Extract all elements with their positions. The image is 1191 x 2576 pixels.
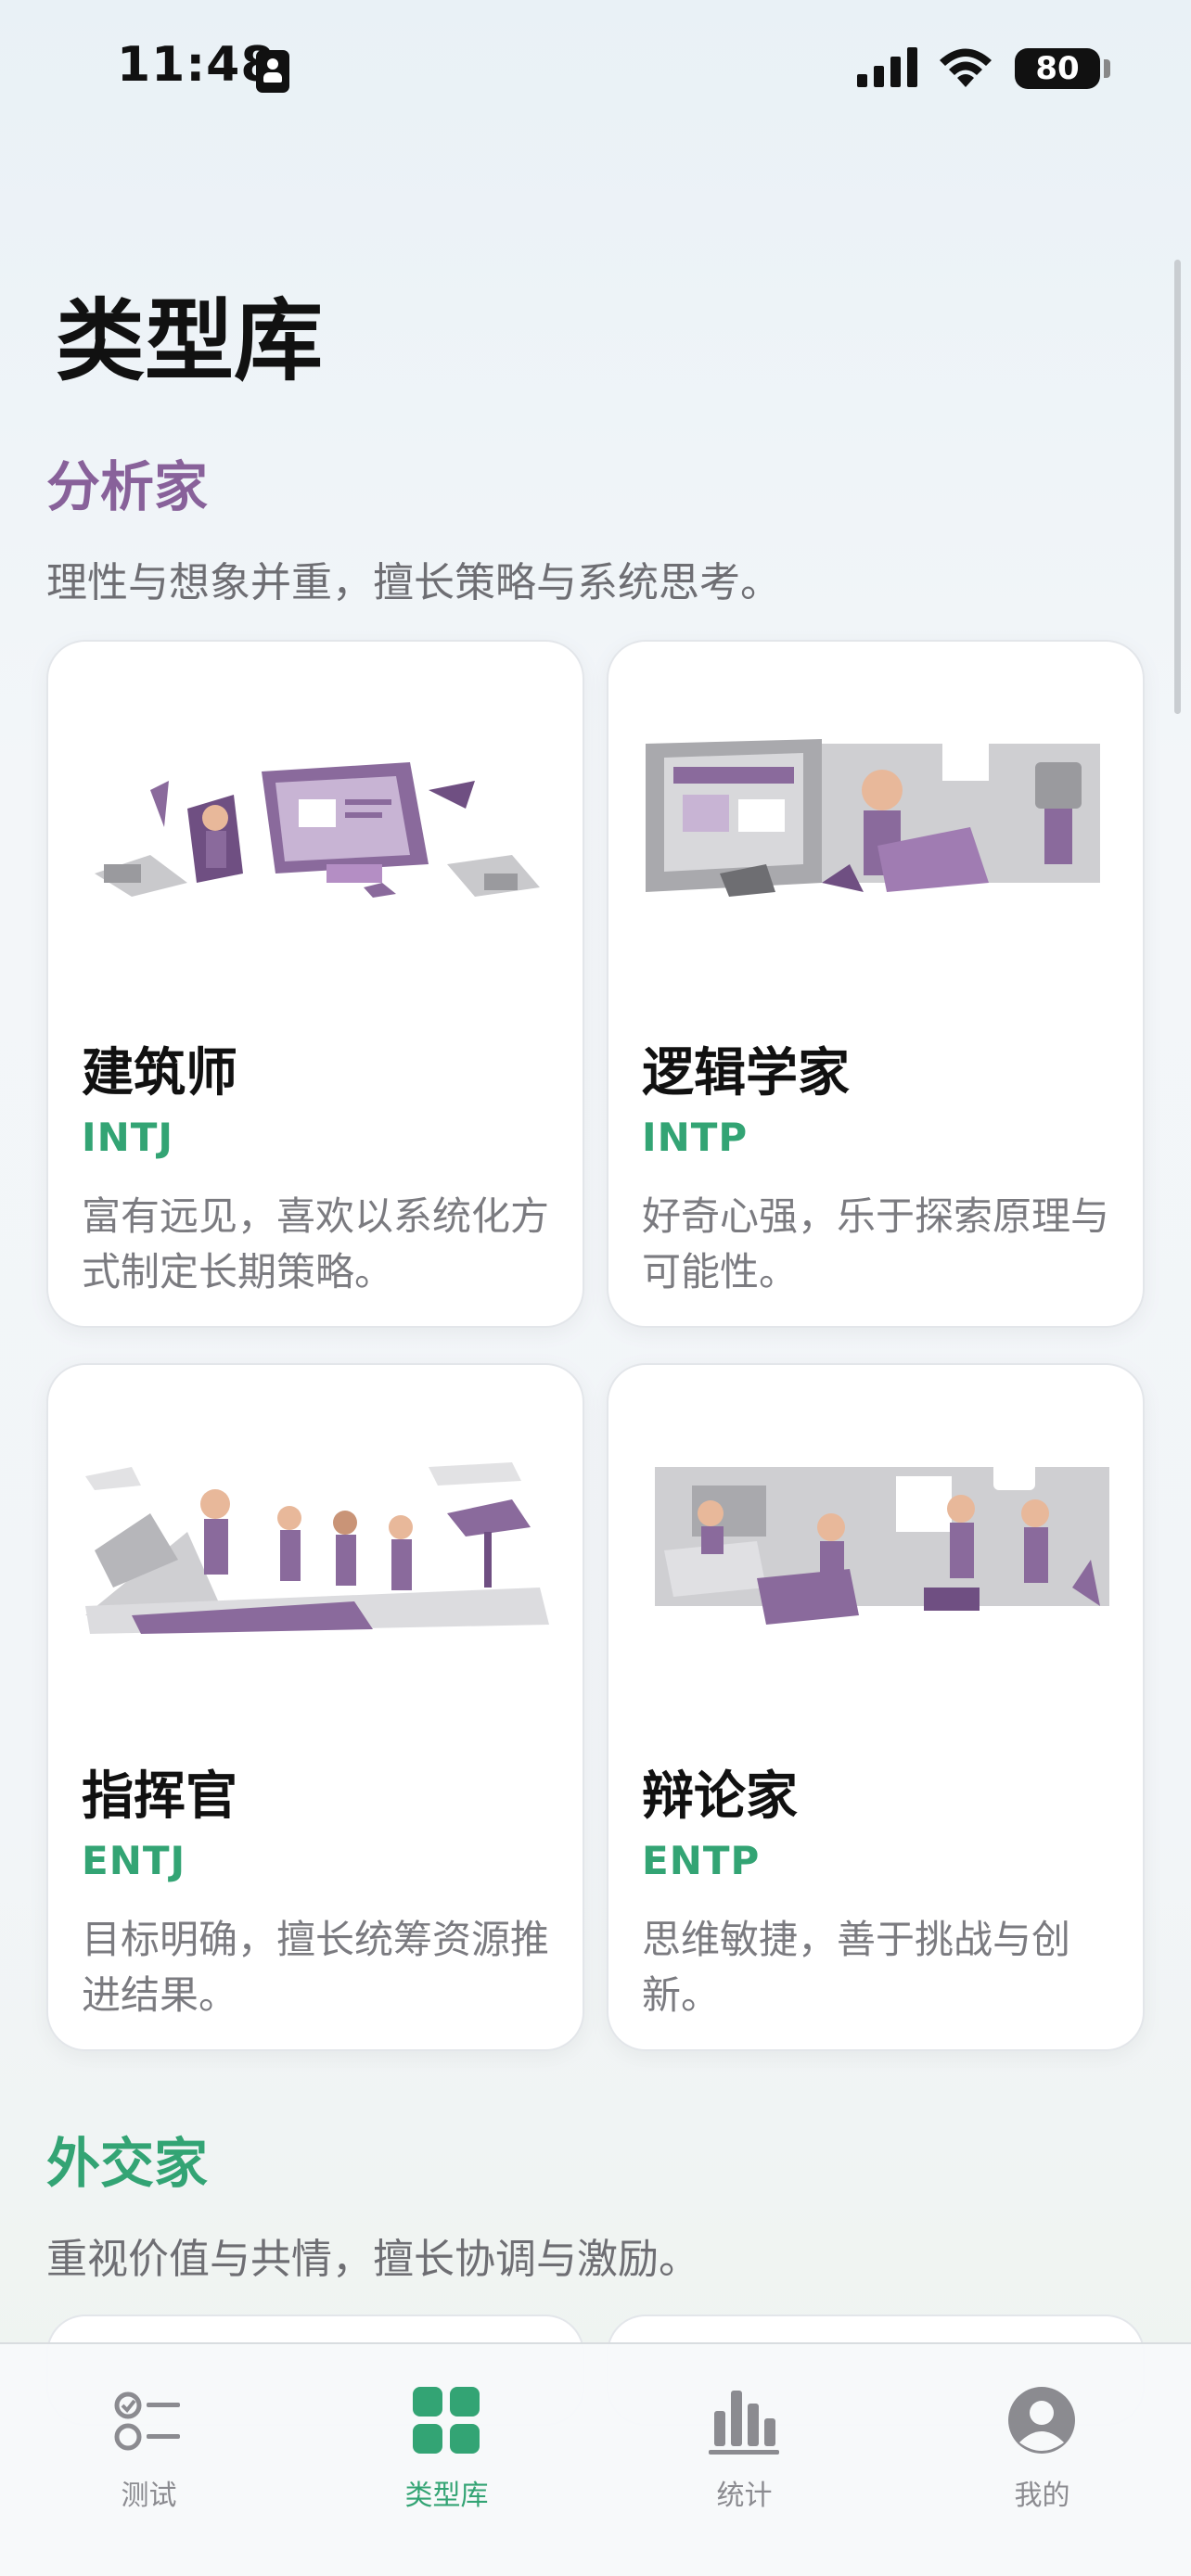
type-description: 思维敏捷，善于挑战与创新。 bbox=[642, 1917, 1071, 2018]
type-description: 目标明确，擅长统筹资源推进结果。 bbox=[82, 1917, 550, 2018]
type-name: 逻辑学家 bbox=[642, 1043, 850, 1103]
section-title-analysts: 分析家 bbox=[46, 455, 209, 518]
tab-label: 我的 bbox=[1014, 2480, 1070, 2512]
tab-test[interactable]: 测试 bbox=[0, 2363, 298, 2512]
section-description-diplomats: 重视价值与共情，擅长协调与激励。 bbox=[46, 2236, 699, 2283]
type-card-entj[interactable]: 指挥官 ENTJ 目标明确，擅长统筹资源推进结果。 bbox=[46, 1363, 584, 2051]
section-description-analysts: 理性与想象并重，擅长策略与系统思考。 bbox=[46, 559, 781, 606]
type-name: 指挥官 bbox=[82, 1766, 237, 1827]
tab-label: 测试 bbox=[121, 2480, 177, 2512]
battery-level: 80 bbox=[1035, 50, 1080, 87]
type-description: 富有远见，喜欢以系统化方式制定长期策略。 bbox=[82, 1193, 550, 1294]
wifi-icon bbox=[940, 48, 992, 87]
debater-illustration bbox=[655, 1462, 1109, 1625]
scroll-indicator[interactable] bbox=[1174, 260, 1181, 714]
architect-illustration bbox=[95, 762, 540, 898]
tab-label: 类型库 bbox=[404, 2480, 489, 2512]
checklist-icon bbox=[114, 2391, 180, 2451]
cellular-signal-icon bbox=[857, 47, 917, 87]
status-bar: 11:48 80 bbox=[0, 0, 1191, 139]
bar-chart-icon bbox=[709, 2391, 779, 2455]
type-description: 好奇心强，乐于探索原理与可能性。 bbox=[642, 1193, 1110, 1294]
type-code: INTP bbox=[642, 1115, 749, 1160]
tab-label: 统计 bbox=[716, 2480, 773, 2512]
type-card-entp[interactable]: 辩论家 ENTP 思维敏捷，善于挑战与创新。 bbox=[607, 1363, 1145, 2051]
commander-illustration bbox=[85, 1462, 549, 1634]
logician-illustration bbox=[646, 739, 1100, 897]
tab-bar: 测试 类型库 统计 我的 bbox=[0, 2342, 1191, 2576]
type-card-intj[interactable]: 建筑师 INTJ 富有远见，喜欢以系统化方式制定长期策略。 bbox=[46, 640, 584, 1328]
type-name: 建筑师 bbox=[82, 1043, 237, 1103]
battery-cap bbox=[1104, 59, 1110, 78]
tab-profile[interactable]: 我的 bbox=[893, 2363, 1191, 2512]
type-code: ENTP bbox=[642, 1838, 761, 1883]
battery-icon: 80 bbox=[1015, 48, 1100, 89]
status-time: 11:48 bbox=[117, 37, 275, 93]
grid-icon bbox=[413, 2387, 480, 2454]
page-title: 类型库 bbox=[56, 289, 323, 393]
profile-icon bbox=[1008, 2387, 1075, 2454]
type-code: ENTJ bbox=[82, 1838, 186, 1883]
type-card-intp[interactable]: 逻辑学家 INTP 好奇心强，乐于探索原理与可能性。 bbox=[607, 640, 1145, 1328]
type-code: INTJ bbox=[82, 1115, 174, 1160]
tab-statistics[interactable]: 统计 bbox=[596, 2363, 893, 2512]
contact-card-icon bbox=[256, 50, 289, 93]
tab-type-library[interactable]: 类型库 bbox=[298, 2363, 596, 2512]
section-title-diplomats: 外交家 bbox=[46, 2132, 209, 2195]
type-name: 辩论家 bbox=[642, 1766, 798, 1827]
